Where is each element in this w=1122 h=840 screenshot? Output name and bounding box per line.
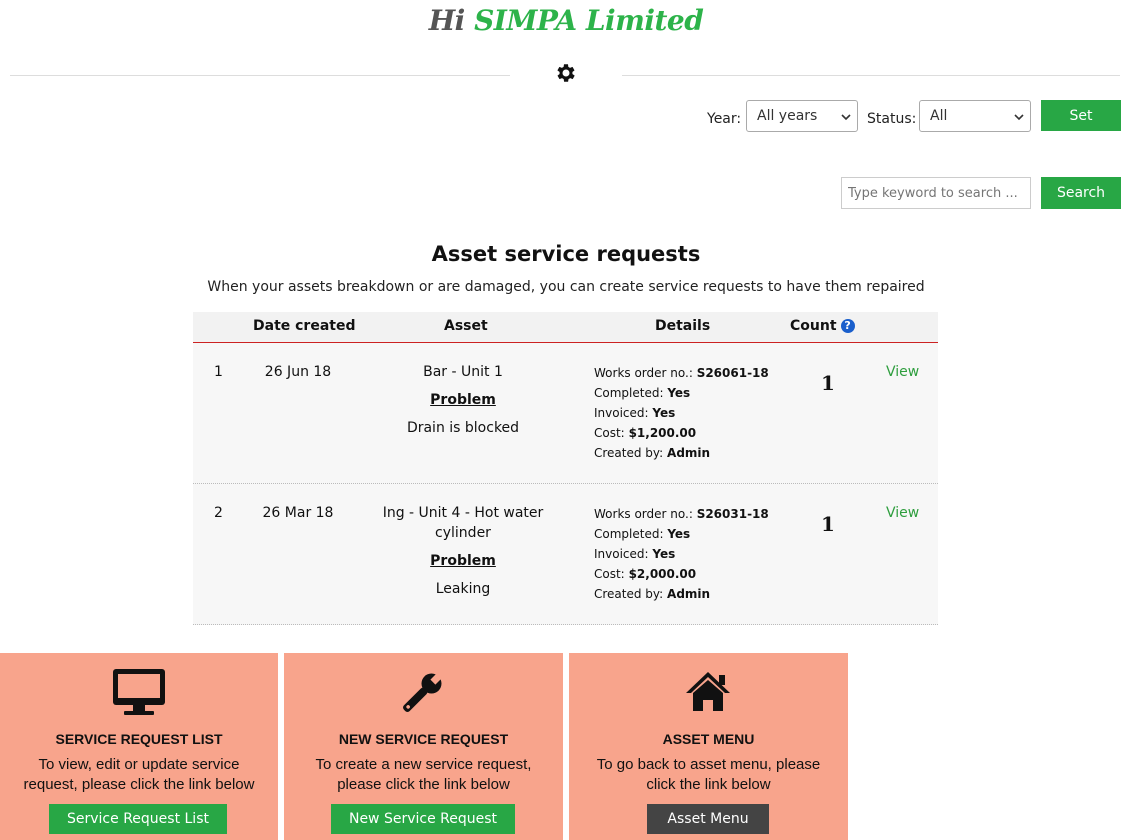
- card-title: SERVICE REQUEST LIST: [55, 731, 223, 747]
- year-label: Year:: [707, 111, 742, 127]
- created-by-value: Admin: [667, 446, 711, 460]
- card-description: To create a new service request, please …: [315, 756, 532, 793]
- new-service-request-card: NEW SERVICE REQUEST To create a new serv…: [284, 653, 563, 840]
- problem-description: Drain is blocked: [406, 420, 520, 436]
- row-details: Works order no.: S26031-18 Completed: Ye…: [594, 504, 769, 604]
- invoiced-value: Yes: [652, 547, 676, 561]
- row-count: 1: [821, 512, 835, 536]
- page-title: Asset service requests: [431, 242, 701, 266]
- new-service-request-button[interactable]: New Service Request: [331, 804, 515, 834]
- divider-left: [10, 75, 510, 76]
- status-label: Status:: [867, 111, 917, 127]
- asset-menu-card: ASSET MENU To go back to asset menu, ple…: [569, 653, 848, 840]
- invoiced-label: Invoiced:: [594, 406, 649, 420]
- works-order-value: S26031-18: [696, 507, 769, 521]
- created-by-value: Admin: [667, 587, 711, 601]
- invoiced-value: Yes: [652, 406, 676, 420]
- cost-value: $1,200.00: [628, 426, 697, 440]
- header-date: Date created: [253, 318, 356, 334]
- asset-name: Bar - Unit 1: [423, 364, 503, 380]
- card-title: ASSET MENU: [662, 731, 755, 747]
- works-order-value: S26061-18: [696, 366, 769, 380]
- status-select[interactable]: All: [919, 100, 1031, 132]
- brand-company: SIMPA Limited: [474, 4, 704, 37]
- divider-right: [622, 75, 1120, 76]
- table-header: Date created Asset Details Count?: [193, 312, 938, 343]
- status-select-value: All: [930, 108, 948, 124]
- view-link[interactable]: View: [886, 364, 919, 380]
- view-link[interactable]: View: [886, 505, 919, 521]
- monitor-icon: [113, 669, 165, 715]
- row-number: 1: [214, 364, 223, 380]
- search-input[interactable]: [841, 177, 1031, 209]
- header-count-label: Count: [790, 318, 837, 334]
- problem-label: Problem: [430, 553, 496, 569]
- chevron-down-icon: [1014, 114, 1024, 121]
- completed-value: Yes: [667, 386, 691, 400]
- works-order-label: Works order no.:: [594, 507, 693, 521]
- row-asset: Ing - Unit 4 - Hot water cylinder Proble…: [368, 503, 558, 599]
- cost-value: $2,000.00: [628, 567, 697, 581]
- brand-hi: Hi: [428, 4, 466, 37]
- chevron-down-icon: [841, 114, 851, 121]
- asset-menu-button[interactable]: Asset Menu: [647, 804, 769, 834]
- header-count: Count?: [790, 318, 855, 334]
- cost-label: Cost:: [594, 567, 625, 581]
- completed-label: Completed:: [594, 386, 664, 400]
- search-button[interactable]: Search: [1041, 177, 1121, 209]
- problem-description: Leaking: [435, 581, 491, 597]
- service-requests-table: Date created Asset Details Count? 1 26 J…: [193, 312, 938, 625]
- row-date: 26 Mar 18: [262, 505, 334, 521]
- page-subtitle: When your assets breakdown or are damage…: [207, 279, 925, 295]
- asset-name: Ing - Unit 4 - Hot water cylinder: [382, 505, 544, 541]
- invoiced-label: Invoiced:: [594, 547, 649, 561]
- created-by-label: Created by:: [594, 446, 664, 460]
- table-row: 1 26 Jun 18 Bar - Unit 1 Problem Drain i…: [193, 343, 938, 484]
- cost-label: Cost:: [594, 426, 625, 440]
- row-count: 1: [821, 371, 835, 395]
- row-number: 2: [214, 505, 223, 521]
- row-details: Works order no.: S26061-18 Completed: Ye…: [594, 363, 769, 463]
- header-details: Details: [655, 318, 711, 334]
- row-asset: Bar - Unit 1 Problem Drain is blocked: [368, 362, 558, 438]
- card-description: To view, edit or update service request,…: [23, 756, 255, 793]
- gear-icon[interactable]: [554, 61, 578, 85]
- card-title: NEW SERVICE REQUEST: [338, 731, 509, 747]
- year-select[interactable]: All years: [746, 100, 858, 132]
- created-by-label: Created by:: [594, 587, 664, 601]
- problem-label: Problem: [430, 392, 496, 408]
- completed-value: Yes: [667, 527, 691, 541]
- home-icon: [686, 672, 730, 711]
- header-asset: Asset: [444, 318, 488, 334]
- year-select-value: All years: [757, 108, 818, 124]
- service-request-list-button[interactable]: Service Request List: [49, 804, 227, 834]
- works-order-label: Works order no.:: [594, 366, 693, 380]
- service-request-list-card: SERVICE REQUEST LIST To view, edit or up…: [0, 653, 278, 840]
- wrench-icon: [403, 671, 444, 712]
- table-row: 2 26 Mar 18 Ing - Unit 4 - Hot water cyl…: [193, 484, 938, 625]
- help-icon[interactable]: ?: [840, 319, 855, 333]
- card-description: To go back to asset menu, please click t…: [596, 756, 821, 793]
- completed-label: Completed:: [594, 527, 664, 541]
- row-date: 26 Jun 18: [264, 364, 332, 380]
- brand-title: Hi SIMPA Limited: [0, 4, 1122, 37]
- set-button[interactable]: Set: [1041, 100, 1121, 131]
